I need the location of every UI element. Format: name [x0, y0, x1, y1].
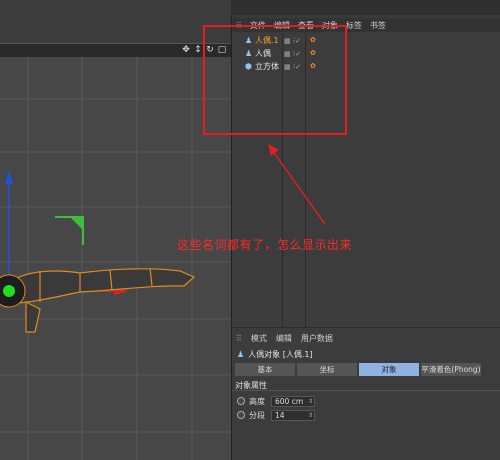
- move-view-icon[interactable]: ✥: [181, 45, 191, 55]
- viewport-canvas[interactable]: [0, 57, 231, 460]
- tab-coord[interactable]: 坐标: [297, 363, 357, 376]
- viewport-grid: [0, 57, 231, 460]
- animate-radio[interactable]: [237, 397, 245, 405]
- plane-gizmo-corner: [70, 217, 83, 230]
- tab-basic[interactable]: 基本: [235, 363, 295, 376]
- attribute-title-text: 人偶对象 [人偶.1]: [248, 349, 313, 359]
- annotation-text: 这些名词都有了，怎么显示出来: [177, 238, 353, 252]
- zoom-view-icon[interactable]: ↕: [193, 45, 203, 55]
- menu-edit[interactable]: 编辑: [276, 333, 292, 344]
- annotation-arrow: [268, 144, 326, 225]
- menu-tags[interactable]: 标签: [346, 20, 362, 31]
- attribute-manager-menubar: ⠿ 模式 编辑 用户数据: [232, 331, 500, 345]
- animate-radio[interactable]: [237, 411, 245, 419]
- menu-mode[interactable]: 模式: [251, 333, 267, 344]
- segments-label: 分段: [249, 410, 265, 420]
- panel-grip-icon[interactable]: ⠿: [236, 334, 242, 343]
- tab-object[interactable]: 对象: [359, 363, 419, 376]
- menu-user-data[interactable]: 用户数据: [301, 333, 333, 344]
- viewport[interactable]: ✥ ↕ ↻ ▢: [0, 0, 231, 460]
- tab-phong[interactable]: 平滑着色(Phong): [421, 363, 481, 376]
- viewport-toolbar: [0, 0, 231, 44]
- divider: [232, 390, 500, 391]
- segments-field: 分段 14 ⇕: [237, 409, 315, 421]
- attribute-tabs: 基本 坐标 对象 平滑着色(Phong): [235, 363, 481, 376]
- height-field: 高度 600 cm ⇕: [237, 395, 315, 407]
- segments-value: 14: [275, 410, 285, 420]
- figure-icon: ♟: [237, 349, 245, 359]
- pivot-handle[interactable]: [3, 285, 15, 297]
- attribute-title: ♟ 人偶对象 [人偶.1]: [237, 348, 313, 360]
- spinner-icon[interactable]: ⇕: [308, 397, 313, 406]
- figure-object[interactable]: [14, 267, 196, 333]
- spinner-icon[interactable]: ⇕: [308, 411, 313, 420]
- y-axis-arrow-icon: [5, 170, 13, 184]
- annotation-box: [203, 25, 347, 135]
- menu-bookmarks[interactable]: 书签: [370, 20, 386, 31]
- height-label: 高度: [249, 396, 265, 406]
- height-input[interactable]: 600 cm ⇕: [271, 395, 315, 407]
- segments-input[interactable]: 14 ⇕: [271, 409, 315, 421]
- viewport-scene: [0, 57, 231, 460]
- height-value: 600 cm: [275, 396, 304, 406]
- object-manager-header: [231, 0, 500, 15]
- attribute-manager: ⠿ 模式 编辑 用户数据 ♟ 人偶对象 [人偶.1] 基本 坐标 对象 平滑着色…: [231, 328, 500, 460]
